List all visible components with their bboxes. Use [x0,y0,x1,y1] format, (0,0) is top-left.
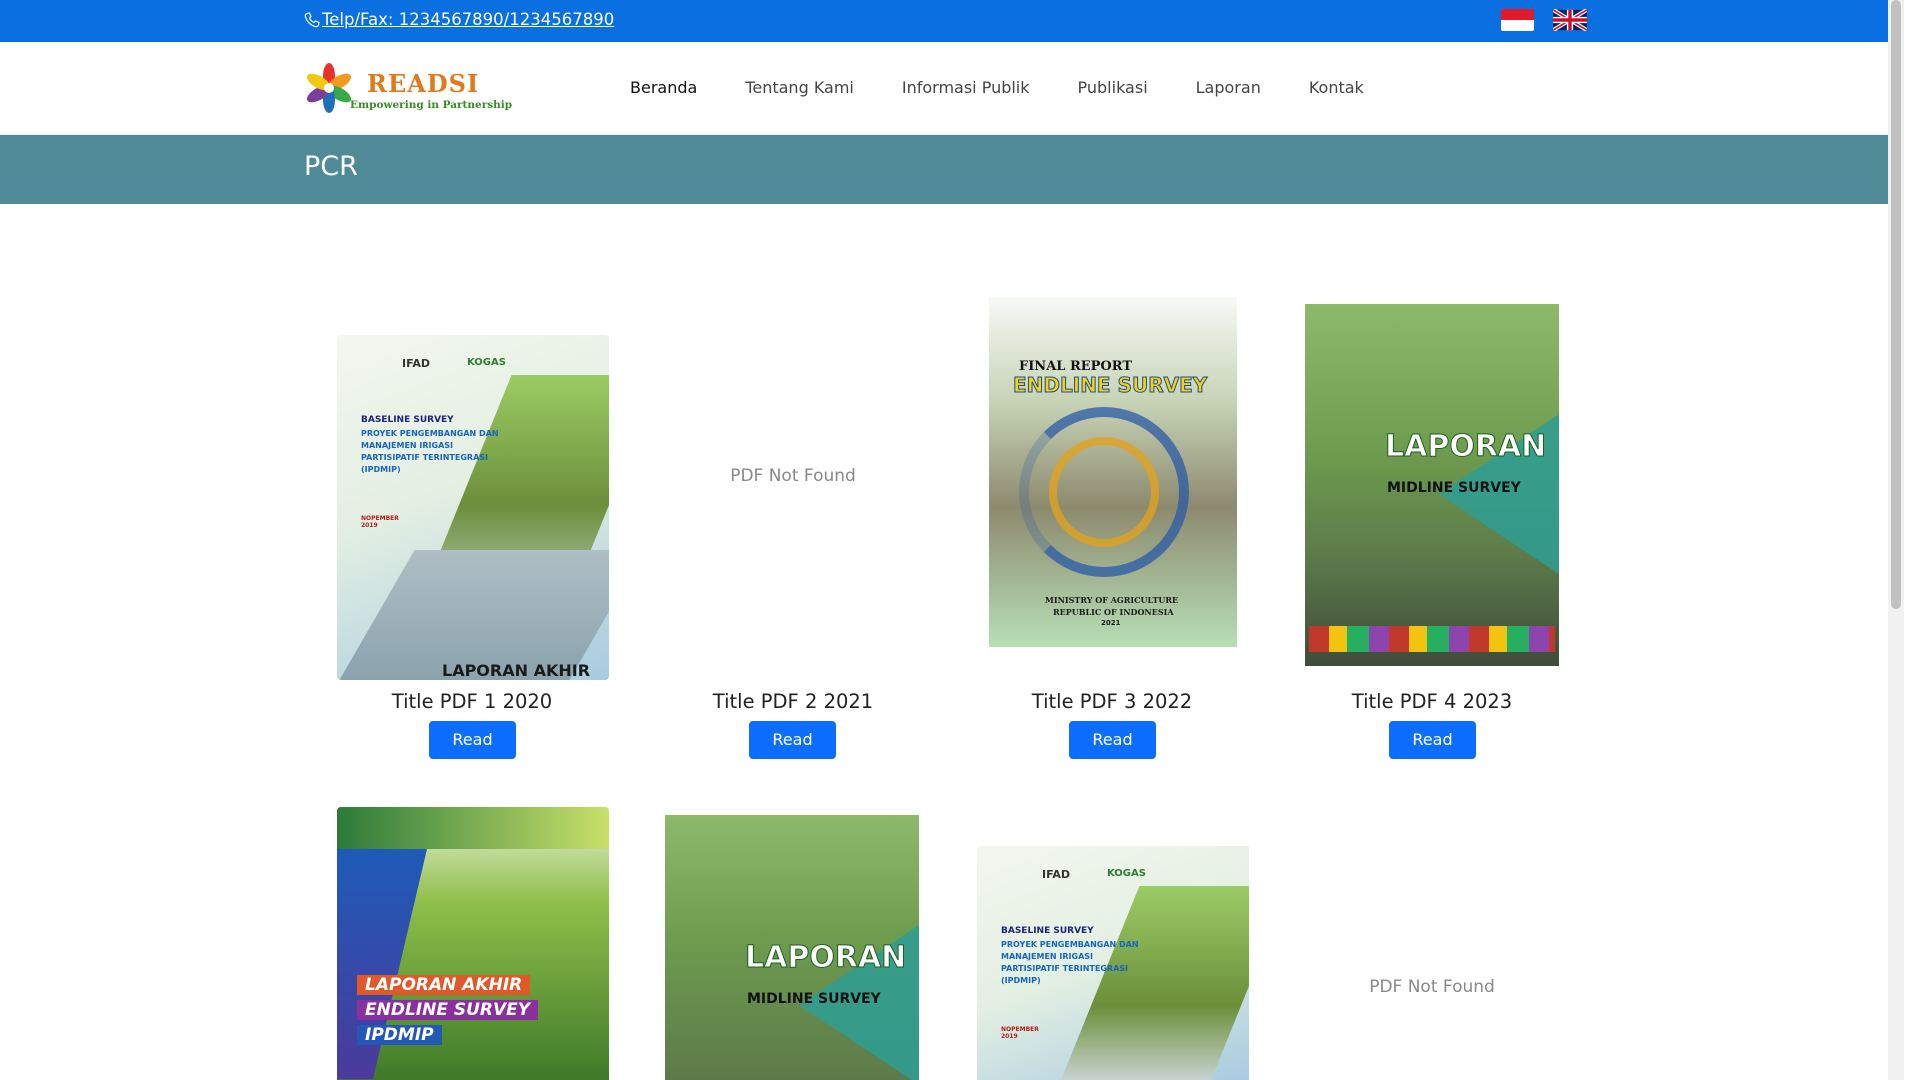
cover-1-org2: KOGAS [467,357,506,368]
pdf-cover-1[interactable]: IFAD KOGAS BASELINE SURVEY PROYEK PENGEM… [337,335,609,680]
pdf-cover-5[interactable]: LAPORAN AKHIR ENDLINE SURVEY IPDMIP [337,807,609,1080]
cover-7-line2: PROYEK PENGEMBANGAN DAN [1001,940,1139,949]
cover-5-l2: ENDLINE SURVEY [357,1000,539,1020]
logo-flower-icon [306,63,352,113]
nav-laporan[interactable]: Laporan [1196,78,1261,97]
cover-5-l3: IPDMIP [357,1025,442,1045]
pdf-not-found-2: PDF Not Found [730,466,856,486]
cover-4-title: LAPORAN [1384,429,1547,465]
cover-3-republic: REPUBLIC OF INDONESIA [1053,607,1174,617]
cover-1-line5: (IPDMIP) [361,465,401,474]
page-banner: PCR [0,135,1904,204]
phone-icon [304,11,320,27]
page: Telp/Fax: 1234567890/1234567890 READSI E… [0,0,1904,1080]
cover-4-sub: MIDLINE SURVEY [1387,480,1521,496]
cover-7-date: NOPEMBER 2019 [1001,1026,1039,1040]
cover-7-org2: KOGAS [1107,868,1146,879]
uk-flag-icon[interactable] [1553,9,1587,31]
cover-7-line3: MANAJEMEN IRIGASI [1001,952,1093,961]
cover-1-line4: PARTISIPATIF TERINTEGRASI [361,453,489,462]
logo-tagline: Empowering in Partnership [350,99,513,111]
indonesia-flag-icon[interactable] [1501,9,1534,31]
read-button-3[interactable]: Read [1069,721,1156,759]
pdf-title-4: Title PDF 4 2023 [1351,690,1513,713]
phone-label: Telp/Fax: 1234567890/1234567890 [322,10,615,29]
pdf-cover-7[interactable]: IFAD KOGAS BASELINE SURVEY PROYEK PENGEM… [977,846,1249,1080]
read-button-2[interactable]: Read [749,721,836,759]
cover-1-line2: PROYEK PENGEMBANGAN DAN [361,429,499,438]
pdf-title-3: Title PDF 3 2022 [1031,690,1193,713]
nav-kontak[interactable]: Kontak [1309,78,1364,97]
nav-informasi-publik[interactable]: Informasi Publik [902,78,1030,97]
pdf-cover-3[interactable]: FINAL REPORT ENDLINE SURVEY MINISTRY OF … [989,297,1237,647]
cover-7-line1: BASELINE SURVEY [1001,926,1094,936]
logo-text: READSI [367,69,480,98]
page-scrollbar[interactable] [1888,0,1904,1080]
cover-1-line3: MANAJEMEN IRIGASI [361,441,453,450]
page-title: PCR [304,151,358,182]
pdf-title-1: Title PDF 1 2020 [391,690,553,713]
cover-5-l1: LAPORAN AKHIR [357,975,531,995]
pdf-cover-4[interactable]: LAPORAN MIDLINE SURVEY [1305,304,1559,666]
cover-3-year: 2021 [1101,619,1121,627]
cover-7-org: IFAD [1042,868,1070,881]
read-button-4[interactable]: Read [1389,721,1476,759]
cover-1-line1: BASELINE SURVEY [361,415,454,425]
nav-publikasi[interactable]: Publikasi [1078,78,1148,97]
cover-3-ministry: MINISTRY OF AGRICULTURE [1045,595,1179,605]
cover-7-line5: (IPDMIP) [1001,976,1041,985]
nav-tentang-kami[interactable]: Tentang Kami [745,78,854,97]
pdf-cover-6[interactable]: LAPORAN MIDLINE SURVEY [665,815,919,1080]
scrollbar-thumb[interactable] [1891,0,1901,609]
cover-1-date: NOPEMBER 2019 [361,515,399,529]
cover-1-footer: LAPORAN AKHIR [442,661,591,680]
top-contact-bar: Telp/Fax: 1234567890/1234567890 [0,0,1904,42]
cover-7-line4: PARTISIPATIF TERINTEGRASI [1001,964,1129,973]
cover-3-head: FINAL REPORT [1019,359,1133,374]
main-nav: Beranda Tentang Kami Informasi Publik Pu… [630,78,1412,97]
phone-link[interactable]: Telp/Fax: 1234567890/1234567890 [304,10,614,29]
main-navbar: READSI Empowering in Partnership Beranda… [0,42,1904,135]
pdf-not-found-8: PDF Not Found [1369,977,1495,997]
read-button-1[interactable]: Read [429,721,516,759]
nav-beranda[interactable]: Beranda [630,78,697,97]
readsi-logo[interactable]: READSI Empowering in Partnership [304,61,512,115]
cover-6-sub: MIDLINE SURVEY [747,991,881,1007]
cover-1-org: IFAD [402,357,430,370]
cover-3-title: ENDLINE SURVEY [1012,373,1208,398]
cover-6-title: LAPORAN [744,940,907,976]
pdf-title-2: Title PDF 2 2021 [712,690,874,713]
